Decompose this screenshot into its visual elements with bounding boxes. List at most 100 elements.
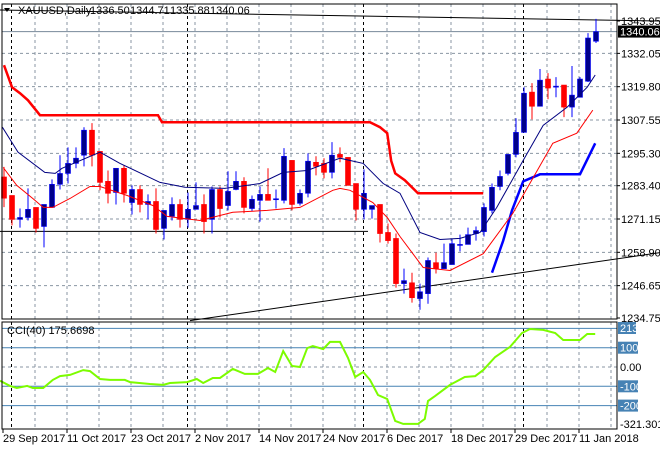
candle-body-bull: [305, 160, 311, 194]
candle-body-bear: [289, 160, 295, 205]
cci-label: CCI(40) 175.6698: [7, 325, 94, 337]
candle: [257, 186, 263, 222]
date-label: 18 Dec 2017: [451, 433, 513, 445]
rising-trend-line: [189, 252, 660, 322]
candle: [353, 183, 359, 221]
candle-body-bull: [369, 205, 375, 210]
candle: [505, 154, 511, 176]
cci-tick-label: -200: [620, 401, 642, 413]
candle: [49, 179, 55, 208]
candle: [289, 160, 295, 211]
candle-body-bear: [385, 232, 391, 241]
candle: [545, 73, 551, 100]
candle-body-bull: [449, 243, 455, 265]
candle: [265, 168, 271, 201]
candle-body-bull: [417, 291, 423, 299]
candle: [73, 147, 79, 169]
candle: [441, 243, 447, 269]
candle-body-bull: [49, 184, 55, 208]
candle: [97, 151, 103, 191]
candle: [425, 257, 431, 304]
price-chart[interactable]: CCI(40) 175.6698 1343.951332.051319.8013…: [0, 0, 660, 450]
candle-body-bull: [209, 189, 215, 220]
grid: [2, 4, 617, 429]
candle: [489, 183, 495, 214]
candle: [105, 170, 111, 204]
candle-body-bull: [513, 132, 519, 155]
candle-body-bull: [457, 244, 463, 246]
candle: [153, 188, 159, 234]
ohlc-open: 1336.50: [90, 5, 130, 17]
candle-body-bear: [353, 183, 359, 210]
candle: [145, 194, 151, 220]
candle-body-bear: [105, 181, 111, 194]
date-label: 11 Oct 2017: [67, 433, 126, 445]
candle-body-bull: [185, 209, 191, 220]
candle-body-bear: [137, 189, 143, 205]
candle: [393, 233, 399, 288]
candle-body-bull: [481, 207, 487, 232]
candle-body-bull: [25, 209, 31, 218]
candle: [121, 165, 127, 203]
cci-tick-label: 0.00: [620, 362, 641, 374]
ohlc-low: 1335.88: [170, 5, 210, 17]
date-label: 29 Sep 2017: [3, 433, 65, 445]
price-tick-label: 1307.55: [621, 115, 660, 127]
price-tick-label: 1319.80: [621, 82, 660, 94]
candle: [281, 148, 287, 204]
candle: [313, 156, 319, 176]
candle: [217, 186, 223, 218]
candle-body-bear: [177, 204, 183, 220]
candle-body-bull: [489, 187, 495, 211]
candle-body-bear: [393, 238, 399, 284]
candle-body-bull: [401, 280, 407, 284]
candle: [225, 171, 231, 211]
candle-body-bull: [113, 167, 119, 193]
candle-body-bull: [553, 85, 559, 88]
candle-body-bear: [217, 189, 223, 209]
candle-body-bear: [337, 154, 343, 158]
candle: [81, 127, 87, 167]
candle-body-bear: [9, 195, 15, 220]
candle: [457, 234, 463, 252]
candle: [17, 208, 23, 228]
cci-panel: CCI(40) 175.6698: [0, 325, 617, 425]
candle-body-bull: [297, 192, 303, 204]
candle: [521, 87, 527, 133]
candle: [113, 167, 119, 205]
candle: [369, 205, 375, 219]
candle: [449, 238, 455, 265]
price-tick-label: 1271.15: [621, 214, 660, 226]
candle-body-bull: [441, 262, 447, 269]
cci-tick-label: -321.3017: [620, 419, 660, 431]
candle: [9, 195, 15, 226]
candle: [209, 186, 215, 234]
candle-body-bull: [233, 181, 239, 190]
price-tick-label: 1295.30: [621, 148, 660, 160]
candle-body-bull: [593, 31, 599, 42]
price-tick-label: 1283.40: [621, 181, 660, 193]
candle: [57, 155, 63, 190]
candle: [305, 153, 311, 198]
candle-body-bull: [17, 217, 23, 220]
candle-body-bear: [33, 207, 39, 229]
candle: [481, 203, 487, 237]
date-label: 11 Jan 2018: [579, 433, 639, 445]
cci-tick-label: 213.4165: [620, 323, 660, 335]
candle-body-bull: [361, 192, 367, 210]
candle: [553, 77, 559, 98]
candle: [129, 185, 135, 215]
candle-body-bear: [313, 161, 319, 167]
candle: [201, 194, 207, 234]
candle-body-bear: [121, 167, 127, 194]
candle: [297, 189, 303, 206]
candle: [561, 84, 567, 118]
candle: [529, 83, 535, 120]
candle: [497, 170, 503, 191]
price-tick-label: 1332.05: [621, 48, 660, 60]
candle: [385, 223, 391, 244]
candle-body-bull: [537, 79, 543, 107]
candle-body-bull: [273, 198, 279, 201]
candle-body-bull: [169, 204, 175, 217]
cci-line: [0, 327, 596, 425]
